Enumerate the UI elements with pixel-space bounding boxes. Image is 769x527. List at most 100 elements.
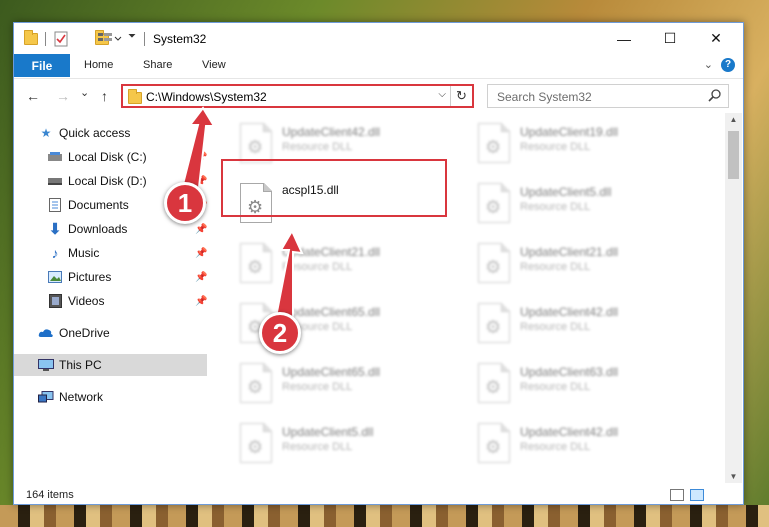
file-item[interactable]: ⚙ UpdateClient42.dll Resource DLL xyxy=(470,419,700,469)
file-name: UpdateClient21.dll xyxy=(282,245,381,259)
desktop-background-strip xyxy=(0,505,769,527)
file-name: UpdateClient19.dll xyxy=(520,125,619,139)
maximize-button[interactable]: ☐ xyxy=(647,23,693,54)
dll-file-icon: ⚙ xyxy=(478,243,510,283)
details-view-icon[interactable] xyxy=(670,489,684,501)
sidebar-item-quick-access[interactable]: ★ Quick access xyxy=(14,122,207,144)
sidebar-item-music[interactable]: ♪ Music 📌 xyxy=(14,242,208,264)
dll-file-icon: ⚙ xyxy=(240,363,272,403)
sidebar-item-pictures[interactable]: Pictures 📌 xyxy=(14,266,207,288)
recent-locations-button[interactable]: ⌄ xyxy=(80,86,89,99)
refresh-button[interactable]: ↻ xyxy=(450,86,472,106)
address-dropdown-icon[interactable]: ⌵ xyxy=(438,89,446,100)
chevron-down-icon[interactable]: ⌄ xyxy=(704,58,713,71)
sidebar-item-this-pc[interactable]: This PC xyxy=(14,354,207,376)
file-name: UpdateClient21.dll xyxy=(520,245,619,259)
drive-icon xyxy=(47,150,63,164)
sidebar-item-label: Quick access xyxy=(59,126,131,140)
dll-file-icon: ⚙ xyxy=(478,183,510,223)
pin-icon[interactable]: 📌 xyxy=(195,152,207,163)
pictures-icon xyxy=(47,270,63,284)
file-name: UpdateClient42.dll xyxy=(520,425,619,439)
file-item[interactable]: ⚙ UpdateClient65.dll Resource DLL xyxy=(232,359,462,409)
sidebar-item-label: Music xyxy=(68,246,100,260)
pc-icon xyxy=(38,358,54,372)
search-icon[interactable] xyxy=(708,88,722,105)
sidebar-item-network[interactable]: Network xyxy=(14,386,207,408)
file-explorer-window: ⏷ System32 — ☐ ✕ File Home Share View ⌄ … xyxy=(13,22,744,505)
dll-file-icon: ⚙ xyxy=(478,123,510,163)
address-row: ← → ⌄ ↑ C:\Windows\System32 ⌵ ↻ Search S… xyxy=(14,79,743,113)
file-name: UpdateClient63.dll xyxy=(520,365,619,379)
file-name: UpdateClient42.dll xyxy=(520,305,619,319)
large-icons-view-icon[interactable] xyxy=(690,489,704,501)
scroll-up-icon[interactable]: ▲ xyxy=(725,115,742,124)
pin-icon[interactable]: 📌 xyxy=(195,224,207,235)
sidebar-item-videos[interactable]: Videos 📌 xyxy=(14,290,207,312)
cloud-icon xyxy=(38,326,54,340)
properties-icon[interactable] xyxy=(54,31,68,47)
up-button[interactable]: ↑ xyxy=(101,88,108,104)
dll-file-icon: ⚙ xyxy=(478,363,510,403)
dll-file-icon: ⚙ xyxy=(240,123,272,163)
file-type: Resource DLL xyxy=(282,261,353,273)
close-button[interactable]: ✕ xyxy=(693,23,739,54)
file-name: UpdateClient65.dll xyxy=(282,305,381,319)
scroll-thumb[interactable] xyxy=(728,131,739,179)
file-type: Resource DLL xyxy=(282,441,353,453)
folder-icon xyxy=(24,30,38,45)
tab-share[interactable]: Share xyxy=(143,59,172,71)
customize-toolbar-icon[interactable]: ⏷ xyxy=(128,31,136,47)
file-item[interactable]: ⚙ UpdateClient63.dll Resource DLL xyxy=(470,359,700,409)
file-type: Resource DLL xyxy=(520,381,591,393)
view-options-icon[interactable] xyxy=(98,32,122,48)
sidebar-item-onedrive[interactable]: OneDrive xyxy=(14,322,207,344)
forward-button[interactable]: → xyxy=(56,88,70,104)
search-input[interactable]: Search System32 xyxy=(487,84,729,108)
file-item[interactable]: ⚙ UpdateClient5.dll Resource DLL xyxy=(470,179,700,229)
step-2-badge: 2 xyxy=(259,312,301,354)
dll-file-icon: ⚙ xyxy=(478,423,510,463)
sidebar-item-label: This PC xyxy=(59,358,102,372)
file-item[interactable]: ⚙ UpdateClient21.dll Resource DLL xyxy=(232,239,462,289)
dll-file-icon: ⚙ xyxy=(478,303,510,343)
file-type: Resource DLL xyxy=(520,441,591,453)
sidebar-item-label: Network xyxy=(59,390,104,404)
file-type: Resource DLL xyxy=(520,141,591,153)
dll-file-icon: ⚙ xyxy=(240,423,272,463)
sidebar-item-local-disk-c[interactable]: Local Disk (C:) 📌 xyxy=(14,146,207,168)
search-placeholder: Search System32 xyxy=(497,90,592,104)
scroll-down-icon[interactable]: ▼ xyxy=(725,472,742,481)
vertical-scrollbar[interactable]: ▲ ▼ xyxy=(725,113,742,483)
divider xyxy=(45,32,46,46)
title-bar: ⏷ System32 — ☐ ✕ xyxy=(14,23,743,54)
window-title: System32 xyxy=(153,32,207,46)
minimize-button[interactable]: — xyxy=(601,23,647,54)
tab-view[interactable]: View xyxy=(202,59,226,71)
file-item[interactable]: ⚙ UpdateClient19.dll Resource DLL xyxy=(470,119,700,169)
file-type: Resource DLL xyxy=(282,381,353,393)
file-item[interactable]: ⚙ UpdateClient42.dll Resource DLL xyxy=(470,299,700,349)
file-item[interactable]: ⚙ UpdateClient5.dll Resource DLL xyxy=(232,419,462,469)
tab-home[interactable]: Home xyxy=(84,59,113,71)
file-type: Resource DLL xyxy=(520,321,591,333)
pin-icon[interactable]: 📌 xyxy=(195,272,207,283)
sidebar-item-label: Local Disk (C:) xyxy=(68,150,147,164)
pin-icon[interactable]: 📌 xyxy=(195,248,207,259)
sidebar-item-label: Videos xyxy=(68,294,105,308)
address-bar[interactable]: C:\Windows\System32 ⌵ ↻ xyxy=(121,84,474,108)
drive-icon xyxy=(47,174,63,188)
pin-icon[interactable]: 📌 xyxy=(195,296,207,307)
sidebar-item-label: OneDrive xyxy=(59,326,110,340)
sidebar-item-label: Documents xyxy=(68,198,129,212)
file-name: UpdateClient5.dll xyxy=(282,425,374,439)
navigation-pane: ★ Quick access Local Disk (C:) 📌 Local D… xyxy=(14,113,210,483)
address-path[interactable]: C:\Windows\System32 xyxy=(146,90,267,104)
tab-file[interactable]: File xyxy=(14,54,70,77)
help-icon[interactable]: ? xyxy=(721,58,735,72)
back-button[interactable]: ← xyxy=(26,88,40,104)
music-icon: ♪ xyxy=(51,245,59,261)
star-icon: ★ xyxy=(40,126,52,140)
documents-icon xyxy=(47,198,63,212)
file-item[interactable]: ⚙ UpdateClient21.dll Resource DLL xyxy=(470,239,700,289)
